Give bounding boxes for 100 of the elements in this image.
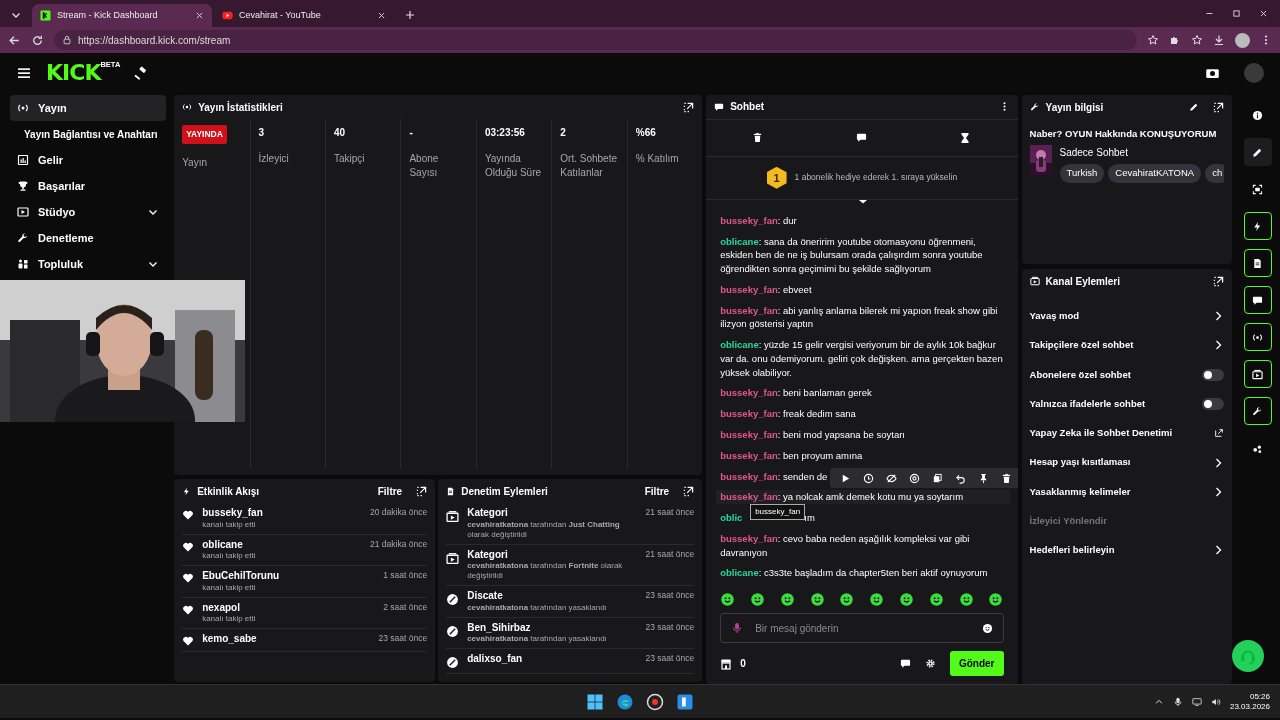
- info-icon[interactable]: [1252, 109, 1264, 121]
- caret-icon[interactable]: [1153, 697, 1164, 707]
- help-button[interactable]: [1232, 640, 1264, 672]
- action-item[interactable]: Takipçilere özel sohbet: [1021, 330, 1232, 360]
- heart-icon: [182, 572, 195, 584]
- clock-icon[interactable]: [862, 472, 874, 484]
- emoji-icon[interactable]: [981, 622, 993, 634]
- trash-icon[interactable]: [1000, 472, 1012, 484]
- chat-icon[interactable]: [1252, 294, 1264, 306]
- speaker-icon[interactable]: [1210, 697, 1221, 707]
- filter-link[interactable]: Filtre: [377, 483, 403, 499]
- tag[interactable]: Turkish: [1059, 164, 1105, 183]
- store-icon[interactable]: [720, 657, 733, 670]
- microphone-icon[interactable]: [1172, 697, 1183, 707]
- extension-icon[interactable]: [1169, 34, 1181, 46]
- hide-icon[interactable]: [885, 472, 897, 484]
- profile-avatar[interactable]: [1235, 32, 1250, 48]
- emote-icon[interactable]: [988, 592, 1004, 608]
- emote-icon[interactable]: [869, 592, 885, 608]
- send-button[interactable]: Gönder: [949, 651, 1004, 676]
- video-frame-icon[interactable]: [1252, 368, 1264, 380]
- back-icon[interactable]: [8, 33, 21, 47]
- chat-message: busseky_fan: freak dedim sana: [720, 407, 856, 421]
- document-icon[interactable]: [1252, 257, 1264, 269]
- app-icon[interactable]: [676, 692, 694, 711]
- reload-icon[interactable]: [31, 33, 44, 47]
- event-time: 23 saat önce: [378, 633, 428, 645]
- sidebar-item[interactable]: Gelir: [10, 147, 167, 173]
- action-item[interactable]: Yavaş mod: [1021, 301, 1232, 331]
- action-item[interactable]: Yapay Zeka ile Sohbet Denetimi: [1021, 418, 1232, 448]
- popout-icon[interactable]: [683, 485, 695, 497]
- download-icon[interactable]: [1213, 34, 1225, 46]
- action-item[interactable]: Yalnızca ifadelerle sohbet: [1021, 389, 1232, 419]
- popout-icon[interactable]: [416, 485, 428, 497]
- chat-message: busseky_fan: cevo baba neden aşağılık kompleksi var gibi davranıyon: [720, 531, 971, 560]
- popout-icon[interactable]: [1212, 275, 1224, 287]
- heart-icon: [182, 540, 195, 553]
- clock-date[interactable]: 23.03.2026: [1229, 702, 1270, 713]
- emote-icon[interactable]: [750, 592, 765, 608]
- action-item[interactable]: Hedefleri belirleyin: [1021, 535, 1232, 566]
- sidebar-item[interactable]: Stüdyo: [10, 199, 167, 225]
- new-tab-icon[interactable]: [404, 9, 416, 21]
- edit-icon[interactable]: [1252, 146, 1264, 158]
- hourglass-icon[interactable]: [959, 131, 972, 144]
- screen-capture-icon[interactable]: [1252, 183, 1264, 195]
- chat-icon[interactable]: [899, 658, 911, 669]
- sidebar-item[interactable]: Topluluk: [10, 251, 167, 277]
- wrench-icon[interactable]: [1252, 405, 1264, 417]
- chat-message: busseky_fan: ben proyum amına: [720, 448, 863, 463]
- action-title: Discate: [467, 590, 504, 603]
- monitor-icon[interactable]: [1191, 697, 1202, 707]
- sidebar-item[interactable]: Başarılar: [10, 173, 167, 199]
- chart-icon: [17, 154, 29, 166]
- broadcast-icon[interactable]: [1252, 331, 1264, 343]
- emote-icon[interactable]: [779, 592, 795, 608]
- app-icon[interactable]: [646, 692, 664, 711]
- tag[interactable]: CevahiratKATONA: [1108, 164, 1202, 183]
- message-field[interactable]: Bir mesaj gönderin: [720, 613, 1004, 643]
- action-item[interactable]: Yasaklanmış kelimeler: [1021, 477, 1232, 507]
- clock-time[interactable]: 05:26: [1249, 691, 1270, 702]
- toggle-switch[interactable]: [1201, 368, 1224, 381]
- settings-icon[interactable]: [924, 658, 936, 669]
- sidebar-item[interactable]: Yayın Bağlantısı ve Anahtarı: [10, 121, 167, 147]
- start-icon[interactable]: [586, 692, 604, 711]
- emote-icon[interactable]: [839, 592, 855, 608]
- menu-icon[interactable]: [16, 65, 32, 81]
- event-text: kanalı takip etti: [202, 614, 256, 624]
- action-item[interactable]: Abonelere özel sohbet: [1021, 360, 1232, 390]
- favorite-icon[interactable]: [1191, 34, 1203, 46]
- chat-icon[interactable]: [855, 132, 867, 144]
- mention-icon[interactable]: [908, 472, 920, 484]
- favorite-icon[interactable]: [1147, 34, 1159, 46]
- popout-icon[interactable]: [683, 101, 695, 113]
- action-time: 23 saat önce: [645, 590, 695, 602]
- copy-icon[interactable]: [931, 472, 943, 484]
- browser-icon[interactable]: [616, 692, 634, 711]
- close-icon[interactable]: [1259, 9, 1268, 18]
- filter-link[interactable]: Filtre: [644, 483, 670, 499]
- emote-icon[interactable]: [899, 592, 915, 608]
- undo-icon[interactable]: [954, 472, 966, 484]
- sidebar-item[interactable]: Yayın: [10, 95, 167, 121]
- address-bar[interactable]: https://dashboard.kick.com/stream: [54, 30, 1137, 50]
- close-icon[interactable]: [195, 11, 204, 20]
- emote-icon[interactable]: [809, 592, 825, 608]
- sidebar-item[interactable]: Denetleme: [10, 225, 167, 251]
- popout-icon[interactable]: [1212, 101, 1224, 113]
- action-item[interactable]: Hesap yaşı kısıtlaması: [1021, 447, 1232, 478]
- emote-icon[interactable]: [720, 592, 736, 608]
- browser-tab[interactable]: Stream - Kick Dashboard: [32, 4, 212, 27]
- maximize-icon[interactable]: [1232, 9, 1241, 18]
- edit-icon[interactable]: [1188, 102, 1199, 112]
- trash-icon[interactable]: [752, 132, 764, 144]
- browser-tab[interactable]: Cevahirat - YouTube: [214, 4, 394, 27]
- emote-icon[interactable]: [958, 592, 974, 608]
- emote-icon[interactable]: [928, 592, 944, 608]
- tag[interactable]: ch: [1205, 164, 1224, 183]
- message-input[interactable]: Bir mesaj gönderin: [753, 619, 972, 637]
- close-icon[interactable]: [377, 11, 386, 20]
- kick-logo[interactable]: KICK: [46, 62, 101, 84]
- toggle-switch[interactable]: [1201, 397, 1224, 410]
